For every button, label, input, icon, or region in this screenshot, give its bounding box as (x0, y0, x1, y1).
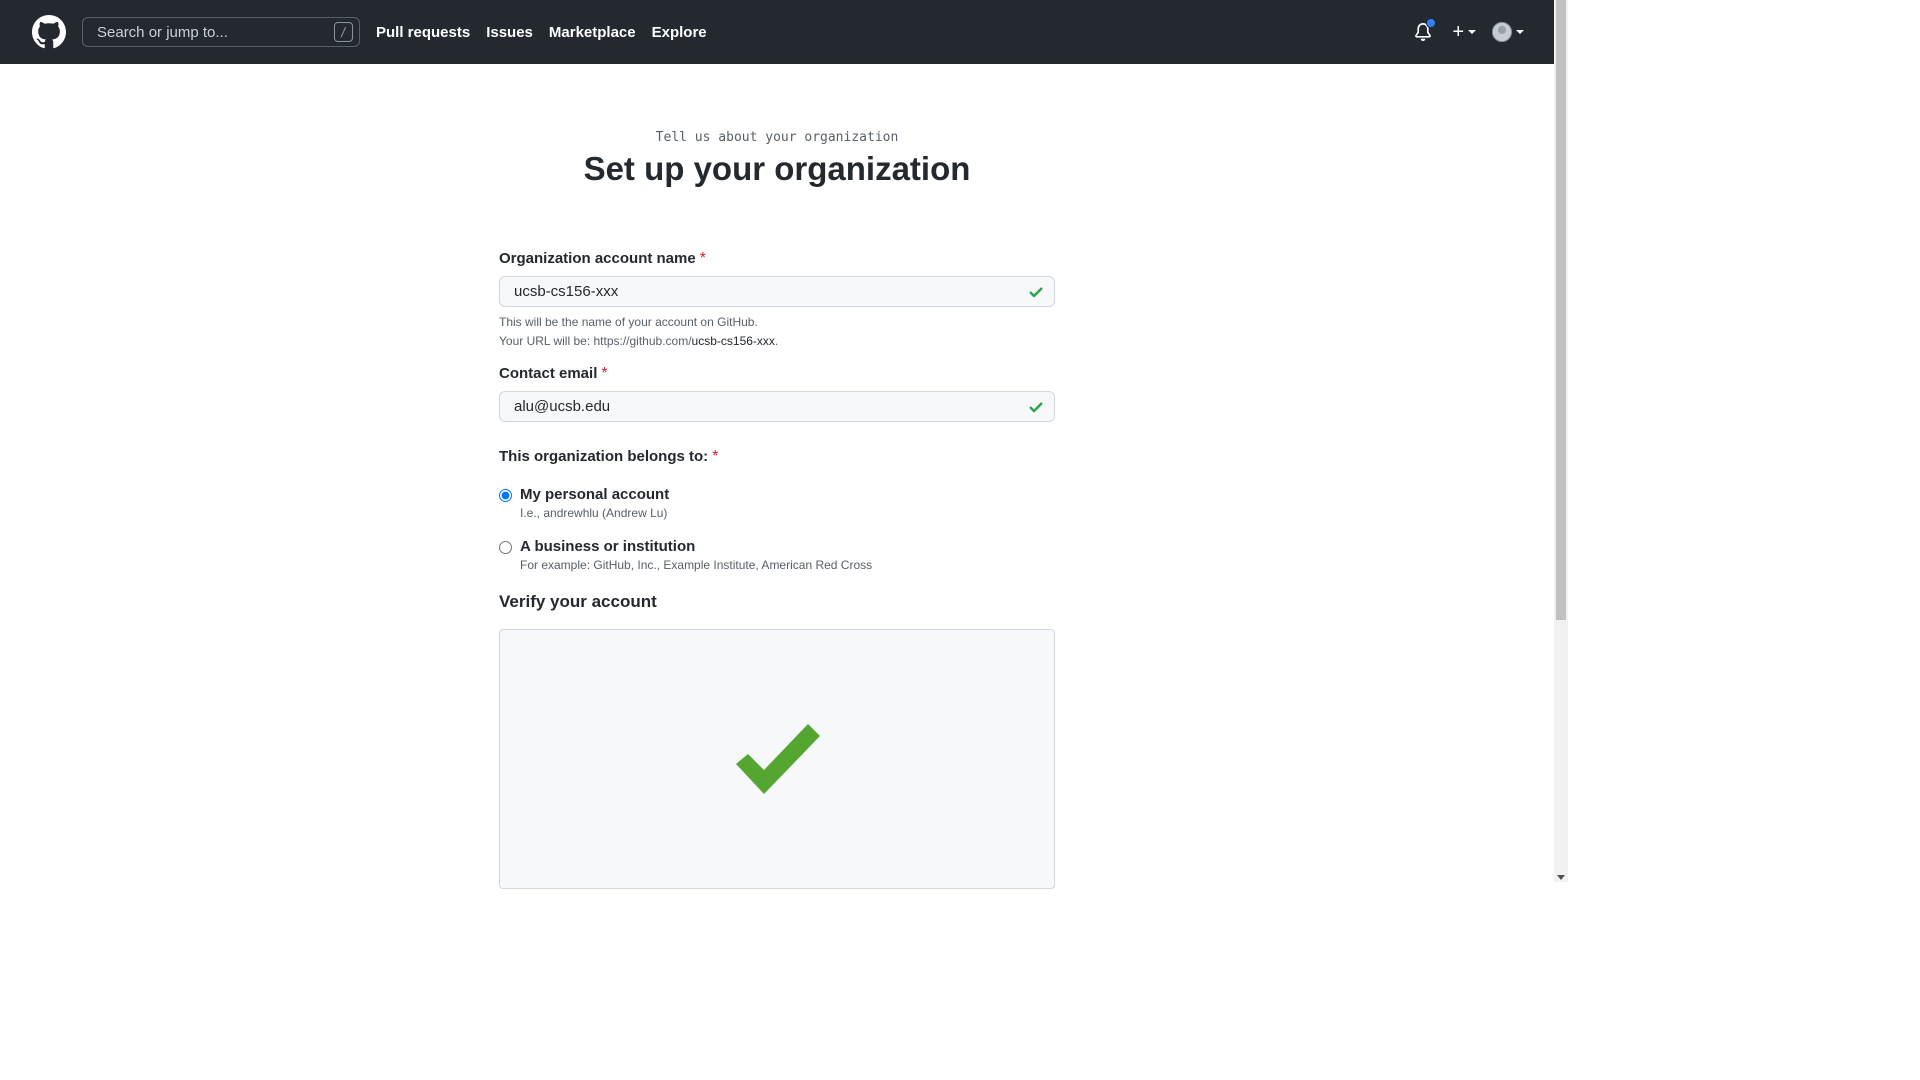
required-marker: * (712, 448, 719, 465)
nav-pull-requests[interactable]: Pull requests (376, 24, 470, 41)
org-setup-form: Organization account name* This will be … (499, 250, 1055, 889)
nav-marketplace[interactable]: Marketplace (549, 24, 636, 41)
required-marker: * (601, 365, 608, 382)
chevron-down-icon (1516, 30, 1524, 34)
search-box[interactable]: / (82, 17, 360, 47)
radio-personal-desc: I.e., andrewhlu (Andrew Lu) (520, 506, 668, 520)
url-prefix: Your URL will be: https://github.com/ (499, 334, 692, 348)
radio-business-desc: For example: GitHub, Inc., Example Insti… (520, 558, 873, 572)
radio-option-personal[interactable]: My personal account I.e., andrewhlu (And… (499, 486, 1055, 520)
user-menu-button[interactable] (1492, 22, 1524, 42)
verification-panel[interactable] (499, 629, 1055, 889)
contact-email-field[interactable] (499, 391, 1055, 422)
valid-check-icon (1029, 402, 1043, 413)
contact-email-input[interactable] (512, 397, 1012, 416)
nav-issues[interactable]: Issues (486, 24, 533, 41)
belongs-to-group: This organization belongs to: * My person… (499, 448, 1055, 572)
avatar (1492, 22, 1512, 42)
org-name-note-line2: Your URL will be: https://github.com/ucs… (499, 332, 1055, 351)
required-marker: * (699, 250, 706, 267)
radio-personal-title: My personal account (520, 486, 670, 503)
org-name-note-line1: This will be the name of your account on… (499, 315, 758, 329)
plus-icon: + (1452, 20, 1464, 43)
org-name-field[interactable] (499, 276, 1055, 307)
nav-explore[interactable]: Explore (652, 24, 707, 41)
radio-business-institution[interactable] (499, 541, 512, 554)
radio-business-title: A business or institution (520, 538, 696, 555)
verify-account-heading: Verify your account (499, 592, 657, 611)
radio-personal-account[interactable] (499, 489, 512, 502)
contact-email-group: Contact email * (499, 365, 1055, 422)
search-input[interactable] (95, 22, 315, 42)
verified-checkmark-icon (736, 724, 820, 794)
scrollbar-thumb[interactable] (1556, 0, 1566, 620)
valid-check-icon (1029, 287, 1043, 298)
main-nav: Pull requests Issues Marketplace Explore (376, 0, 723, 64)
header-actions: + (1414, 0, 1524, 64)
org-name-note: This will be the name of your account on… (499, 313, 1055, 351)
belongs-to-label: This organization belongs to: (499, 448, 709, 465)
radio-option-business[interactable]: A business or institution For example: G… (499, 538, 1055, 572)
page-scrollbar[interactable] (1554, 0, 1568, 882)
page-title: Set up your organization (583, 150, 971, 187)
search-shortcut-badge: / (334, 22, 353, 42)
page-subtitle: Tell us about your organization (655, 130, 899, 145)
org-name-group: Organization account name* This will be … (499, 250, 1055, 351)
url-org-name: ucsb-cs156-xxx (691, 334, 775, 348)
scroll-down-arrow-icon[interactable] (1557, 875, 1565, 880)
url-suffix: . (774, 334, 779, 348)
notifications-button[interactable] (1414, 18, 1437, 42)
notification-indicator-dot (1426, 18, 1437, 28)
top-header: / Pull requests Issues Marketplace Explo… (0, 0, 1554, 64)
github-logo-icon[interactable] (32, 15, 66, 49)
contact-email-label: Contact email (499, 365, 598, 382)
org-name-input[interactable] (512, 282, 1012, 301)
org-name-label: Organization account name (499, 250, 696, 267)
create-new-button[interactable]: + (1452, 21, 1476, 44)
chevron-down-icon (1468, 30, 1476, 34)
